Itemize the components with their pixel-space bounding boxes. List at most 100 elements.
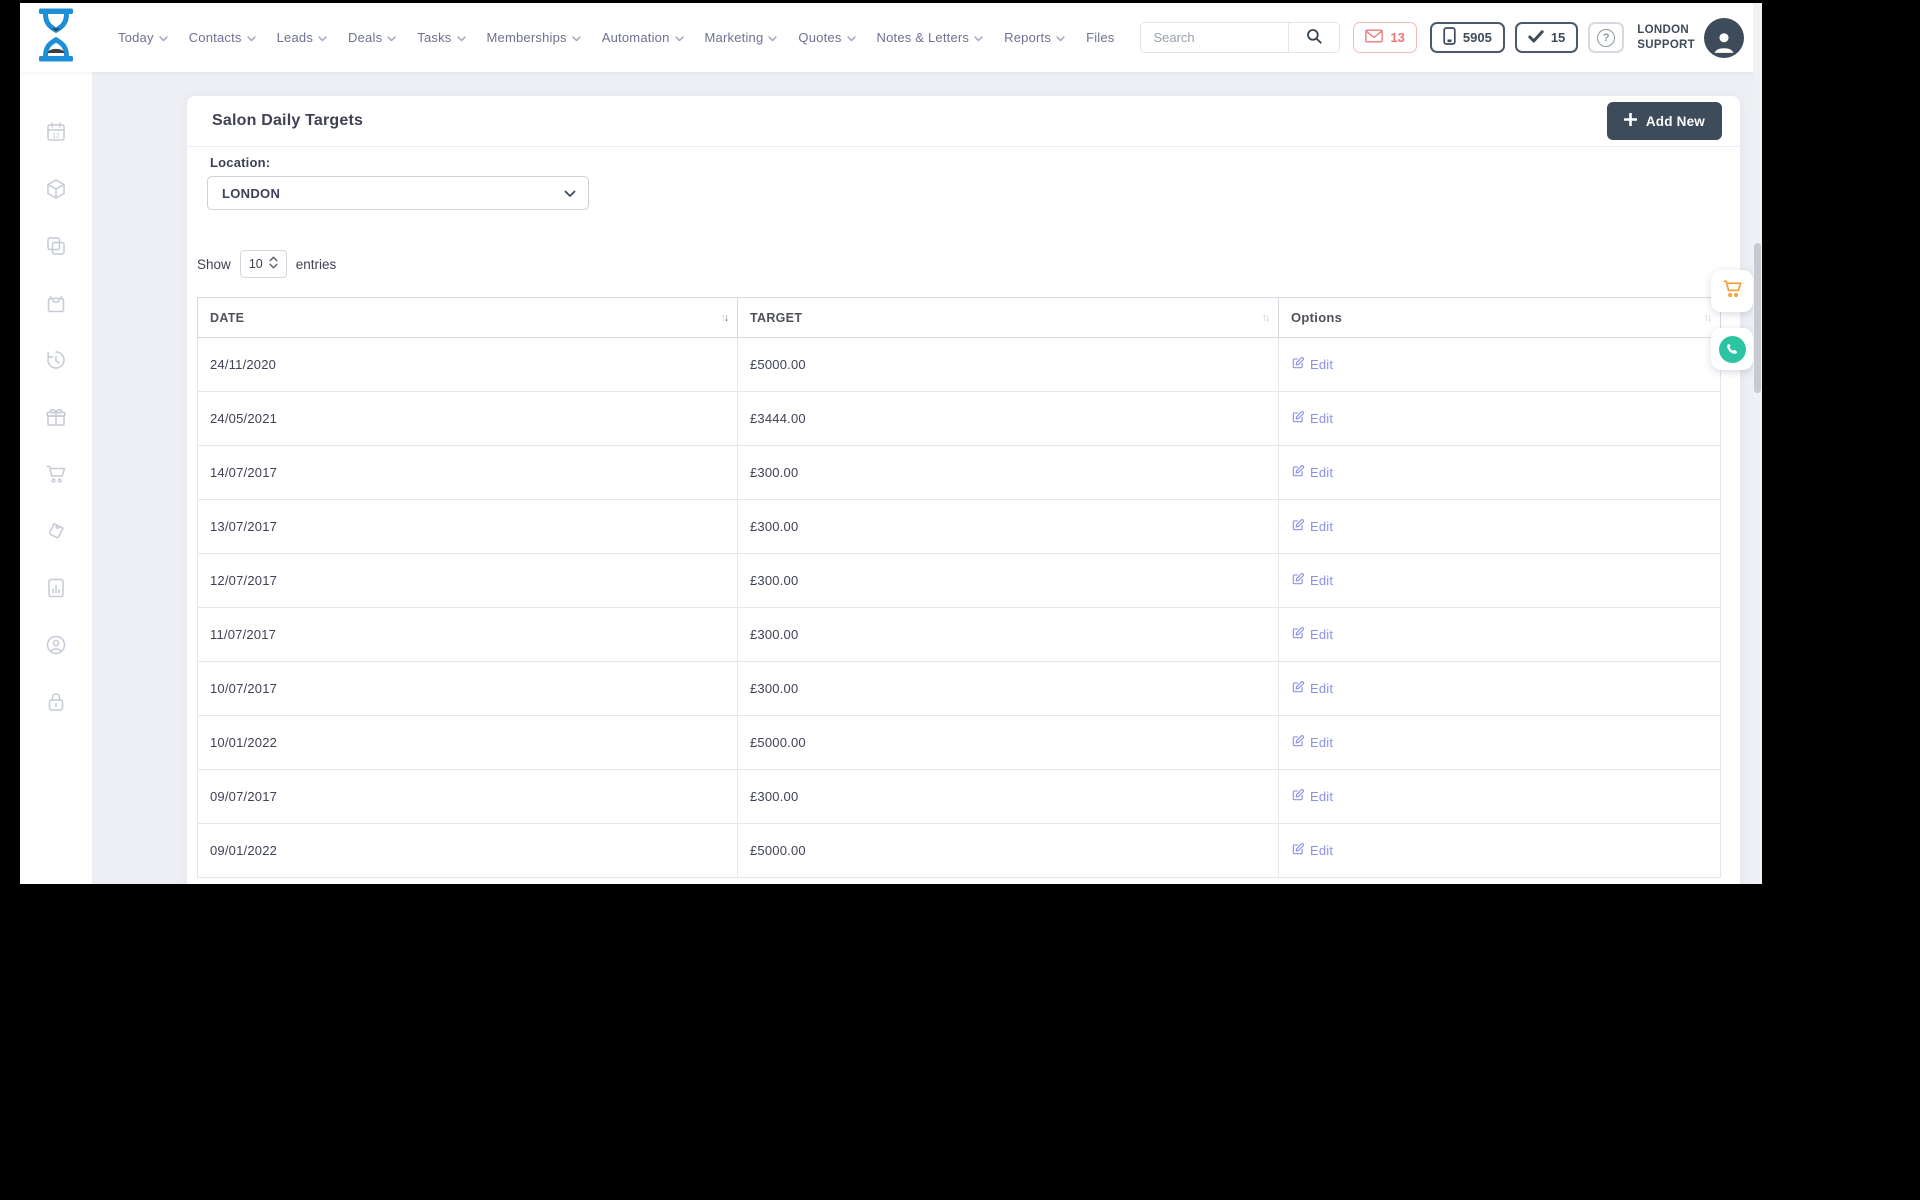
table-row: 10/07/2017 £300.00 Edit [197, 661, 1721, 716]
table-row: 10/01/2022 £5000.00 Edit [197, 715, 1721, 770]
main-nav: Today Contacts Leads Deals Tasks Members… [118, 30, 1115, 45]
search-button[interactable] [1288, 22, 1341, 53]
add-new-label: Add New [1645, 113, 1705, 129]
tasks-badge[interactable]: 15 [1514, 22, 1579, 53]
location-label: Location: [210, 155, 271, 170]
question-mark-icon: ? [1597, 28, 1616, 47]
phone-badge[interactable]: 5905 [1429, 22, 1505, 53]
edit-label: Edit [1310, 465, 1334, 480]
edit-label: Edit [1310, 789, 1334, 804]
edit-icon [1291, 572, 1305, 589]
cart-widget-button[interactable] [1711, 270, 1753, 312]
tasks-count: 15 [1550, 30, 1566, 45]
gift-icon[interactable] [44, 405, 68, 429]
lock-icon[interactable] [44, 690, 68, 714]
nav-item-label: Leads [276, 30, 314, 45]
sort-icon: ↑↓ [1261, 311, 1271, 324]
table-row: 09/01/2022 £5000.00 Edit [197, 823, 1721, 878]
nav-item[interactable]: Tasks [417, 30, 466, 45]
edit-link[interactable]: Edit [1291, 518, 1333, 535]
search-icon [1305, 27, 1323, 48]
card-header: Salon Daily Targets Add New [187, 96, 1740, 147]
messages-badge[interactable]: 13 [1353, 22, 1417, 53]
nav-item[interactable]: Memberships [487, 30, 581, 45]
options-cell: Edit [1278, 769, 1721, 824]
edit-label: Edit [1310, 573, 1334, 588]
nav-item[interactable]: Quotes [798, 30, 856, 45]
targets-table: DATE ↑↓ TARGET ↑↓ Options ↑↓ 24/11/2020 … [197, 297, 1721, 878]
options-cell: Edit [1278, 553, 1721, 608]
user-avatar[interactable] [1704, 17, 1744, 58]
nav-item[interactable]: Reports [1004, 30, 1065, 45]
target-cell: £300.00 [737, 499, 1279, 554]
column-header-options[interactable]: Options ↑↓ [1278, 297, 1721, 338]
nav-item[interactable]: Marketing [705, 30, 778, 45]
chevron-down-icon [246, 35, 256, 42]
nav-item[interactable]: Contacts [189, 30, 256, 45]
location-select[interactable]: LONDON [207, 176, 589, 210]
edit-link[interactable]: Edit [1291, 410, 1333, 427]
page-scrollbar[interactable] [1753, 3, 1762, 884]
card-body: Location: LONDON Show 10 entries DATE ↑↓… [187, 147, 1740, 878]
edit-link[interactable]: Edit [1291, 734, 1333, 751]
scrollbar-thumb[interactable] [1754, 243, 1761, 393]
edit-link[interactable]: Edit [1291, 464, 1333, 481]
cart-icon[interactable] [44, 462, 68, 486]
column-header-target[interactable]: TARGET ↑↓ [737, 297, 1279, 338]
edit-link[interactable]: Edit [1291, 572, 1333, 589]
search-input[interactable] [1140, 22, 1289, 53]
date-cell: 10/07/2017 [197, 661, 738, 716]
nav-item[interactable]: Files [1086, 30, 1114, 45]
add-new-button[interactable]: Add New [1606, 102, 1722, 140]
table-row: 13/07/2017 £300.00 Edit [197, 499, 1721, 554]
history-icon[interactable] [44, 348, 68, 372]
edit-link[interactable]: Edit [1291, 626, 1333, 643]
nav-item[interactable]: Deals [348, 30, 396, 45]
nav-item[interactable]: Today [118, 30, 168, 45]
table-row: 14/07/2017 £300.00 Edit [197, 445, 1721, 500]
report-chart-icon[interactable] [44, 576, 68, 600]
app-logo[interactable] [20, 8, 92, 67]
nav-item[interactable]: Notes & Letters [877, 30, 984, 45]
user-name-line1: LONDON [1637, 23, 1689, 36]
search-group [1140, 22, 1341, 53]
chevron-down-icon [846, 35, 856, 42]
table-row: 24/11/2020 £5000.00 Edit [197, 337, 1721, 392]
edit-link[interactable]: Edit [1291, 680, 1333, 697]
nav-item-label: Automation [601, 30, 670, 45]
page-title: Salon Daily Targets [212, 112, 364, 129]
chevron-down-icon [456, 35, 466, 42]
options-cell: Edit [1278, 337, 1721, 392]
edit-link[interactable]: Edit [1291, 356, 1333, 373]
target-cell: £300.00 [737, 445, 1279, 500]
shopping-bag-icon[interactable] [44, 291, 68, 315]
date-cell: 10/01/2022 [197, 715, 738, 770]
chevron-down-icon [387, 35, 396, 42]
options-cell: Edit [1278, 499, 1721, 554]
user-name[interactable]: LONDON SUPPORT [1637, 23, 1695, 53]
column-header-date[interactable]: DATE ↑↓ [197, 297, 738, 338]
target-cell: £3444.00 [737, 391, 1279, 446]
nav-item[interactable]: Automation [602, 30, 684, 45]
edit-label: Edit [1310, 411, 1334, 426]
edit-link[interactable]: Edit [1291, 788, 1333, 805]
phone-widget-button[interactable] [1711, 328, 1753, 370]
package-icon[interactable] [44, 177, 68, 201]
nav-item[interactable]: Leads [277, 30, 327, 45]
date-cell: 14/07/2017 [197, 445, 738, 500]
target-cell: £300.00 [737, 769, 1279, 824]
nav-item-label: Contacts [188, 30, 242, 45]
calendar-icon[interactable]: 12 [44, 120, 68, 144]
edit-icon [1291, 626, 1305, 643]
chevron-down-icon [318, 35, 327, 42]
options-cell: Edit [1278, 607, 1721, 662]
voucher-tag-icon[interactable] [44, 519, 68, 543]
target-cell: £300.00 [737, 553, 1279, 608]
entries-select[interactable]: 10 [239, 250, 287, 278]
copy-icon[interactable] [44, 234, 68, 258]
edit-link[interactable]: Edit [1291, 842, 1333, 859]
help-button[interactable]: ? [1588, 22, 1625, 53]
table-length-control: Show 10 entries [197, 250, 1721, 278]
support-person-icon[interactable] [44, 633, 68, 657]
edit-label: Edit [1310, 681, 1334, 696]
